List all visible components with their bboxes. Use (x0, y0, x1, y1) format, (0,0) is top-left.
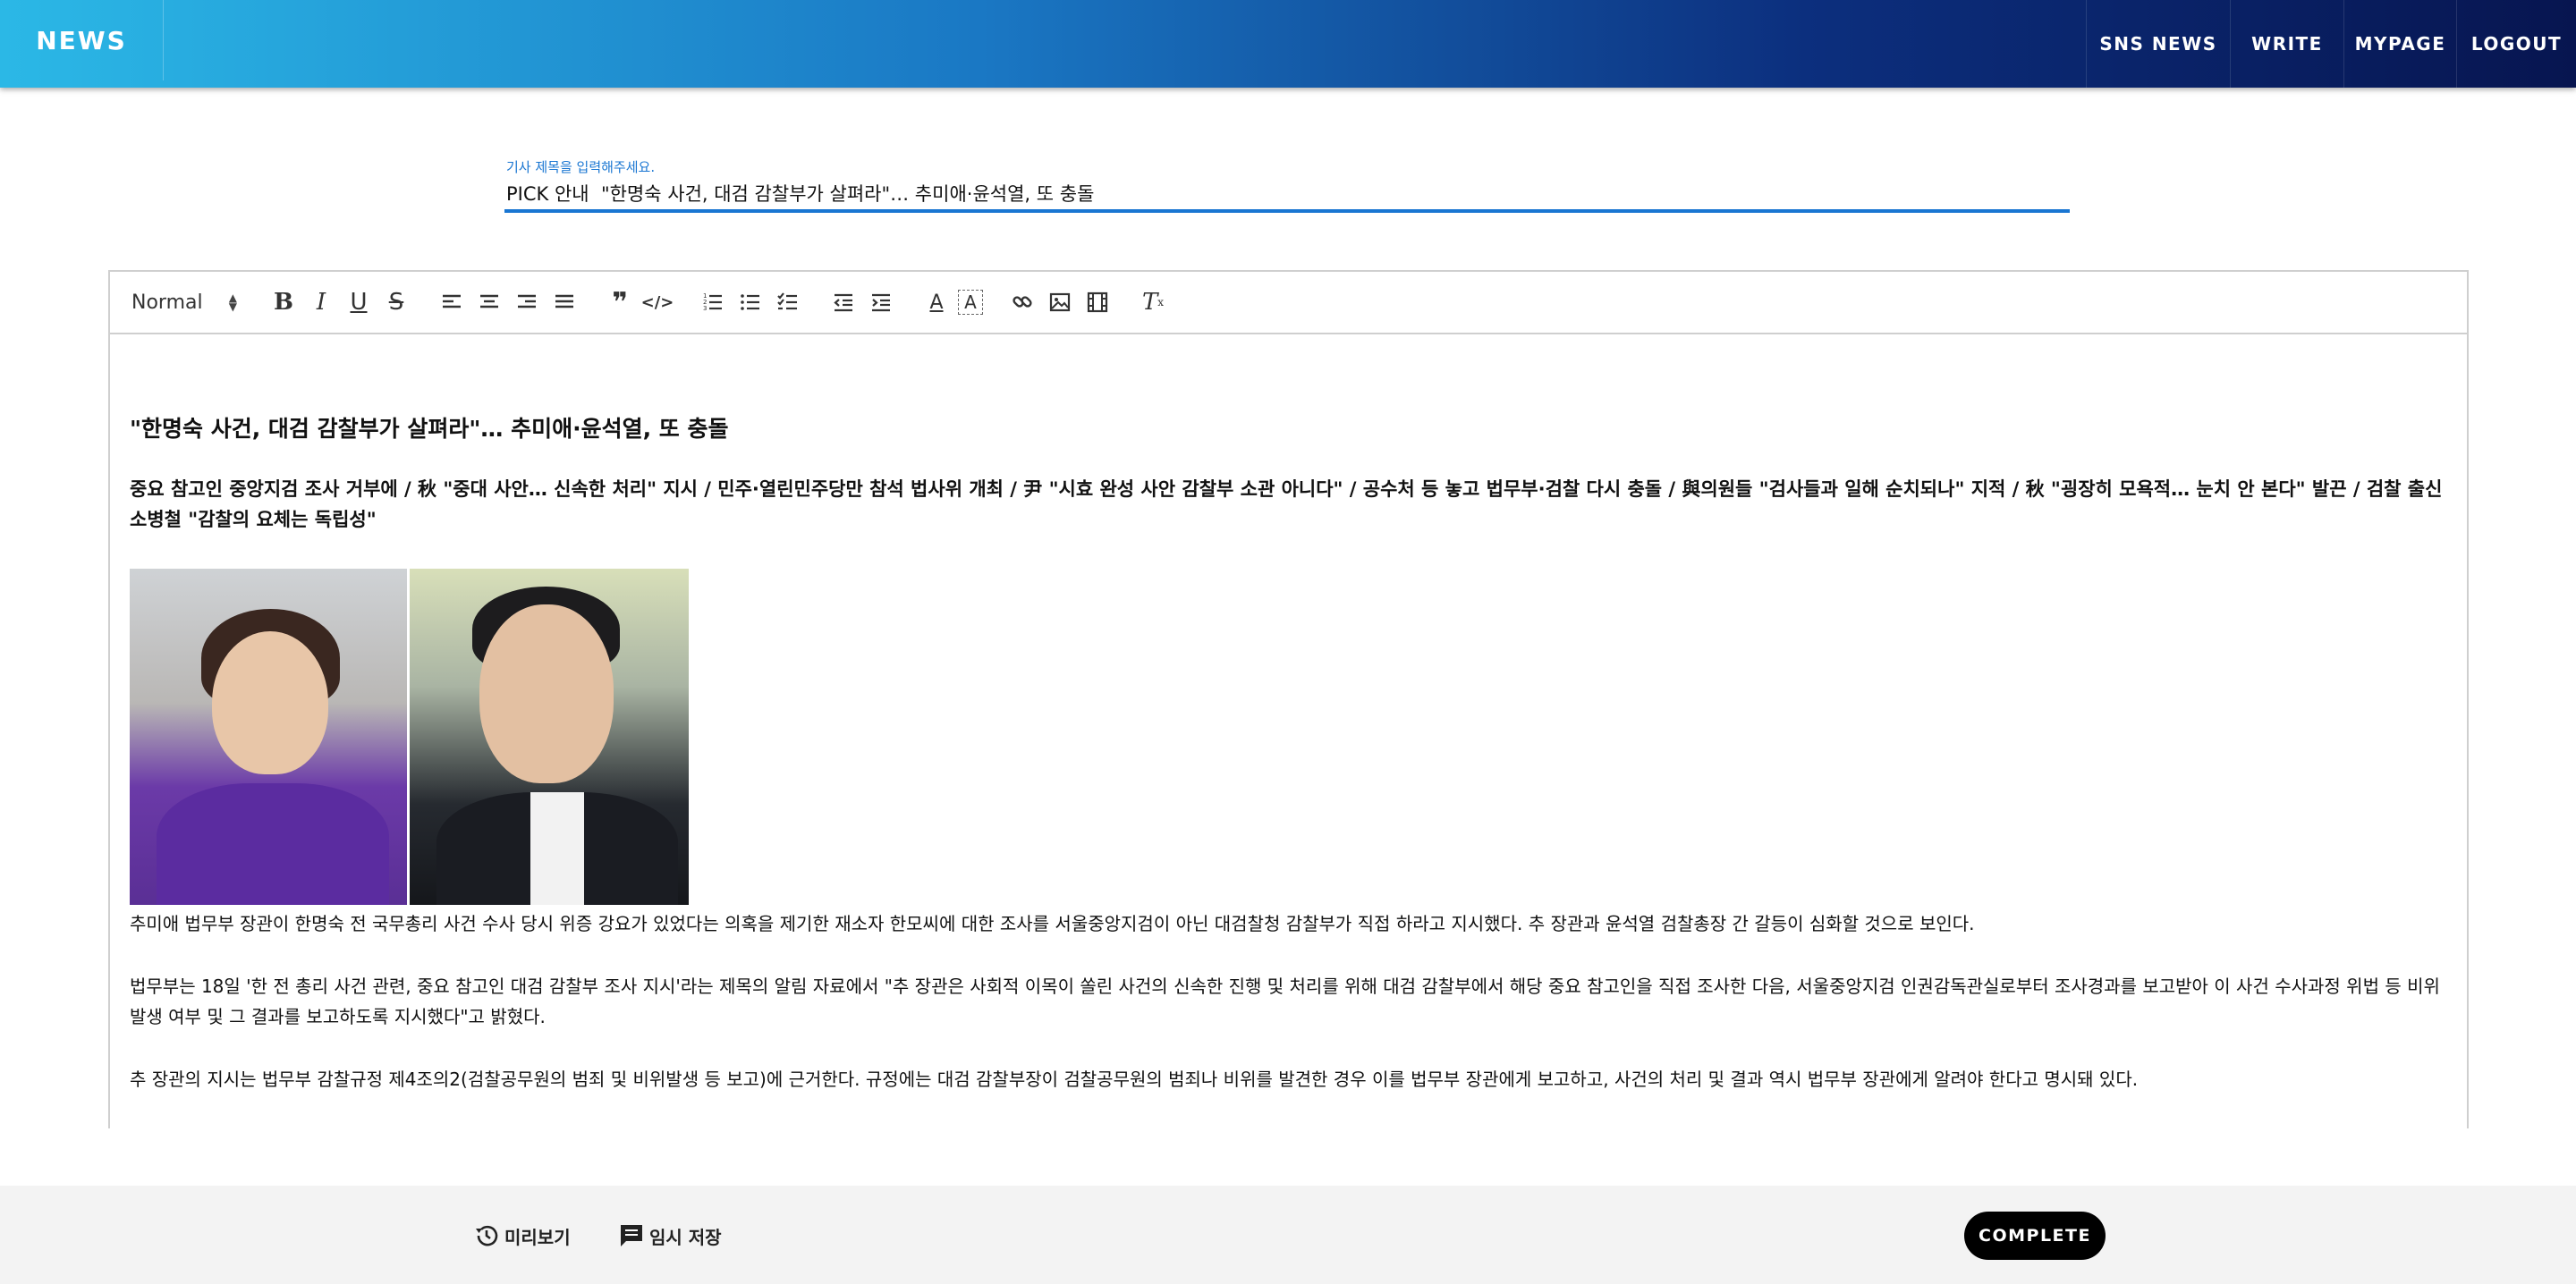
preview-label: 미리보기 (504, 1226, 571, 1248)
top-header: NEWS SNS NEWS WRITE MYPAGE LOGOUT (0, 0, 2576, 88)
align-center-icon[interactable] (473, 286, 505, 318)
align-justify-icon[interactable] (548, 286, 580, 318)
photo-left-portrait (130, 569, 407, 905)
article-subhead: 중요 참고인 중앙지검 조사 거부에 / 秋 "중대 사안… 신속한 처리" 지… (130, 478, 2443, 530)
top-nav: SNS NEWS WRITE MYPAGE LOGOUT (2086, 0, 2576, 88)
background-color-icon[interactable]: A (958, 290, 983, 315)
complete-button[interactable]: COMPLETE (1964, 1212, 2106, 1260)
article-paragraph: 추 장관의 지시는 법무부 감찰규정 제4조의2(검찰공무원의 범죄 및 비위발… (130, 1069, 2139, 1090)
rich-text-editor: Normal ▲ ▼ B I U S ❞ </> 123 A A Tx "한명숙 … (108, 270, 2469, 1128)
nav-mypage[interactable]: MYPAGE (2343, 0, 2456, 88)
comment-icon (621, 1225, 642, 1246)
indent-icon[interactable] (865, 286, 897, 318)
align-left-icon[interactable] (436, 286, 468, 318)
link-icon[interactable] (1006, 286, 1038, 318)
align-right-icon[interactable] (511, 286, 543, 318)
title-field-label: 기사 제목을 입력해주세요. (506, 159, 656, 175)
ordered-list-icon[interactable]: 123 (697, 286, 729, 318)
select-arrows-icon: ▲ ▼ (228, 291, 237, 313)
title-field-wrapper: 기사 제목을 입력해주세요. (504, 156, 2070, 218)
history-icon (476, 1225, 498, 1246)
nav-sns-news[interactable]: SNS NEWS (2086, 0, 2230, 88)
code-block-icon[interactable]: </> (641, 286, 674, 318)
underline-icon[interactable]: U (343, 286, 375, 318)
image-icon[interactable] (1044, 286, 1076, 318)
title-input[interactable] (504, 177, 2070, 213)
outdent-icon[interactable] (827, 286, 860, 318)
video-icon[interactable] (1081, 286, 1114, 318)
nav-logout[interactable]: LOGOUT (2456, 0, 2576, 88)
blockquote-icon[interactable]: ❞ (604, 286, 636, 318)
article-photo (130, 569, 689, 905)
article-paragraph: 추미애 법무부 장관이 한명숙 전 국무총리 사건 수사 당시 위증 강요가 있… (130, 913, 1975, 934)
nav-write[interactable]: WRITE (2230, 0, 2343, 88)
check-list-icon[interactable] (772, 286, 804, 318)
text-color-icon[interactable]: A (920, 286, 953, 318)
clear-format-icon[interactable]: Tx (1137, 286, 1169, 318)
brand-logo[interactable]: NEWS (0, 0, 164, 80)
temp-save-label: 임시 저장 (649, 1226, 722, 1248)
bottom-action-bar: 미리보기 임시 저장 COMPLETE (0, 1186, 2576, 1284)
article-headline: "한명숙 사건, 대검 감찰부가 살펴라"… 추미애·윤석열, 또 충돌 (130, 416, 729, 442)
italic-icon[interactable]: I (305, 286, 337, 318)
editor-toolbar: Normal ▲ ▼ B I U S ❞ </> 123 A A Tx (110, 272, 2467, 334)
format-select-value: Normal (131, 291, 203, 314)
format-select[interactable]: Normal ▲ ▼ (131, 287, 246, 317)
preview-button[interactable]: 미리보기 (472, 1218, 571, 1254)
temp-save-button[interactable]: 임시 저장 (617, 1218, 722, 1254)
bullet-list-icon[interactable] (734, 286, 767, 318)
photo-right-portrait (410, 569, 689, 905)
svg-text:3: 3 (703, 305, 707, 312)
article-paragraph: 법무부는 18일 '한 전 총리 사건 관련, 중요 참고인 대검 감찰부 조사… (130, 976, 2440, 1027)
strikethrough-icon[interactable]: S (380, 286, 412, 318)
bold-icon[interactable]: B (267, 286, 300, 318)
